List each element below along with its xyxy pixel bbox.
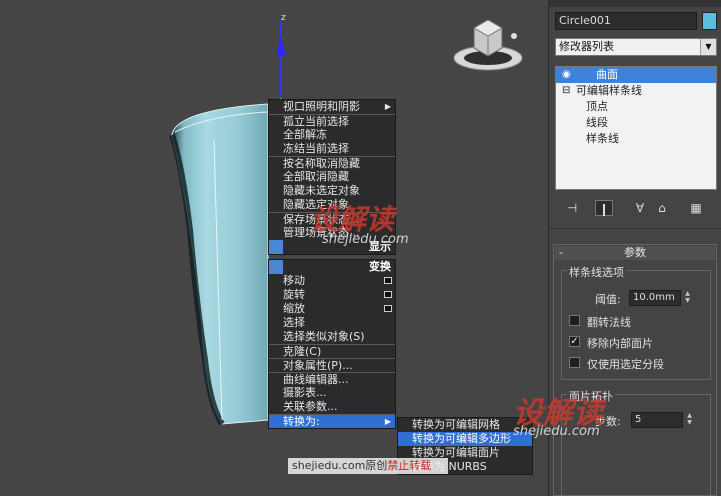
object-color-swatch[interactable] [702, 12, 717, 30]
quad-menu-item[interactable]: 摄影表... [269, 386, 395, 400]
quad-menu-item[interactable]: 孤立当前选择 [269, 114, 395, 128]
steps-spinner[interactable]: 5 [631, 412, 683, 428]
make-unique-icon[interactable]: ∀ [631, 200, 649, 216]
modifier-stack[interactable]: ◉ 曲面 ⊟ 可编辑样条线 顶点 线段 样条线 [555, 66, 717, 190]
stack-item[interactable]: 顶点 [556, 99, 716, 115]
convert-submenu-item[interactable]: 转换为可编辑多边形 [398, 432, 532, 446]
flip-normals-label: 翻转法线 [587, 316, 631, 329]
stack-item[interactable]: ◉ 曲面 [556, 67, 716, 83]
threshold-spinner[interactable]: 10.0mm [629, 290, 681, 306]
remove-modifier-icon[interactable]: ⌂ [653, 200, 671, 216]
panel-tab-strip[interactable] [549, 0, 721, 7]
quad-menu-item[interactable]: 隐藏未选定对象 [269, 184, 395, 198]
quad-menu-item[interactable]: 按名称取消隐藏 [269, 156, 395, 170]
settings-box-icon[interactable] [384, 277, 392, 284]
spinner-arrows-icon[interactable]: ▲ ▼ [682, 290, 693, 306]
remove-interior-label: 移除内部面片 [587, 337, 653, 350]
quad-title-transform: 变换 [269, 260, 395, 274]
divider [549, 228, 721, 229]
viewport[interactable]: z 视口照明和阴影 ▶ 孤立当前选择 全部解冻 冻结当前选择 按名称取消隐藏 全部取消隐藏隐… [0, 0, 548, 496]
quad-menu-item[interactable]: 克隆(C) [269, 344, 395, 358]
configure-sets-icon[interactable]: ▦ [687, 200, 705, 216]
stack-item[interactable]: 样条线 [556, 131, 716, 147]
parameters-rollout-header[interactable]: - 参数 [555, 246, 715, 260]
quad-menu-item[interactable]: 选择 [269, 316, 395, 330]
watermark-url-2: shejiedu.com [513, 424, 600, 439]
submenu-arrow-icon: ▶ [384, 102, 391, 111]
quad-menu-item[interactable]: 选择类似对象(S) [269, 330, 395, 344]
stack-item[interactable]: ⊟ 可编辑样条线 [556, 83, 716, 99]
z-axis-label: z [281, 13, 286, 23]
use-selected-checkbox[interactable] [569, 357, 580, 368]
quad-menu-item[interactable]: 对象属性(P)... [269, 358, 395, 372]
settings-box-icon[interactable] [384, 305, 392, 312]
quad-menu-item[interactable]: 冻结当前选择 [269, 142, 395, 156]
use-selected-label: 仅使用选定分段 [587, 358, 664, 371]
remove-interior-checkbox[interactable]: ✓ [569, 336, 580, 347]
quad-menu-item[interactable]: 视口照明和阴影 ▶ [269, 100, 395, 114]
object-name-field[interactable]: Circle001 [555, 12, 697, 30]
flip-normals-checkbox[interactable] [569, 315, 580, 326]
quad-menu-item[interactable]: 关联参数... [269, 400, 395, 414]
quad-menu-item[interactable]: 缩放 [269, 302, 395, 316]
show-end-result-icon[interactable]: ❙ [595, 200, 613, 216]
quad-menu-item[interactable]: 全部解冻 [269, 128, 395, 142]
quad-menu-item[interactable]: 曲线编辑器... [269, 372, 395, 386]
stack-item[interactable]: 线段 [556, 115, 716, 131]
quad-menu-item[interactable]: 旋转 [269, 288, 395, 302]
settings-box-icon[interactable] [384, 291, 392, 298]
viewcube-icon[interactable] [452, 12, 524, 74]
quad-menu-item[interactable]: 全部取消隐藏 [269, 170, 395, 184]
modifier-list-dropdown[interactable]: 修改器列表 ▼ [555, 38, 717, 56]
watermark-url-1: shejiedu.com [322, 232, 409, 247]
quad-menu-lower: 变换 移动 旋转 缩放 选择 选择类似对象(S) 克隆(C) 对象属性(P)... 曲线编辑器… [268, 259, 396, 429]
submenu-arrow-icon: ▶ [384, 417, 391, 426]
threshold-label: 阈值: [595, 293, 621, 306]
command-panel: Circle001 修改器列表 ▼ ◉ 曲面 ⊟ 可编辑样条线 顶点 线段 样条线 ⊣ ❙ … [513, 0, 721, 496]
lightbulb-icon[interactable]: ◉ [562, 67, 571, 83]
spline-options-title: 样条线选项 [567, 264, 626, 280]
quad-menu-item[interactable]: 转换为: ▶ [269, 414, 395, 428]
collapse-icon[interactable]: ⊟ [562, 83, 570, 99]
footer-watermark: shejiedu.com原创禁止转载 [288, 458, 448, 474]
quad-menu-item[interactable]: 移动 [269, 274, 395, 288]
chevron-down-icon[interactable]: ▼ [700, 39, 716, 55]
convert-submenu-item[interactable]: 转换为可编辑网格 [398, 418, 532, 432]
spinner-arrows-icon[interactable]: ▲ ▼ [684, 412, 695, 428]
pin-stack-icon[interactable]: ⊣ [563, 200, 581, 216]
